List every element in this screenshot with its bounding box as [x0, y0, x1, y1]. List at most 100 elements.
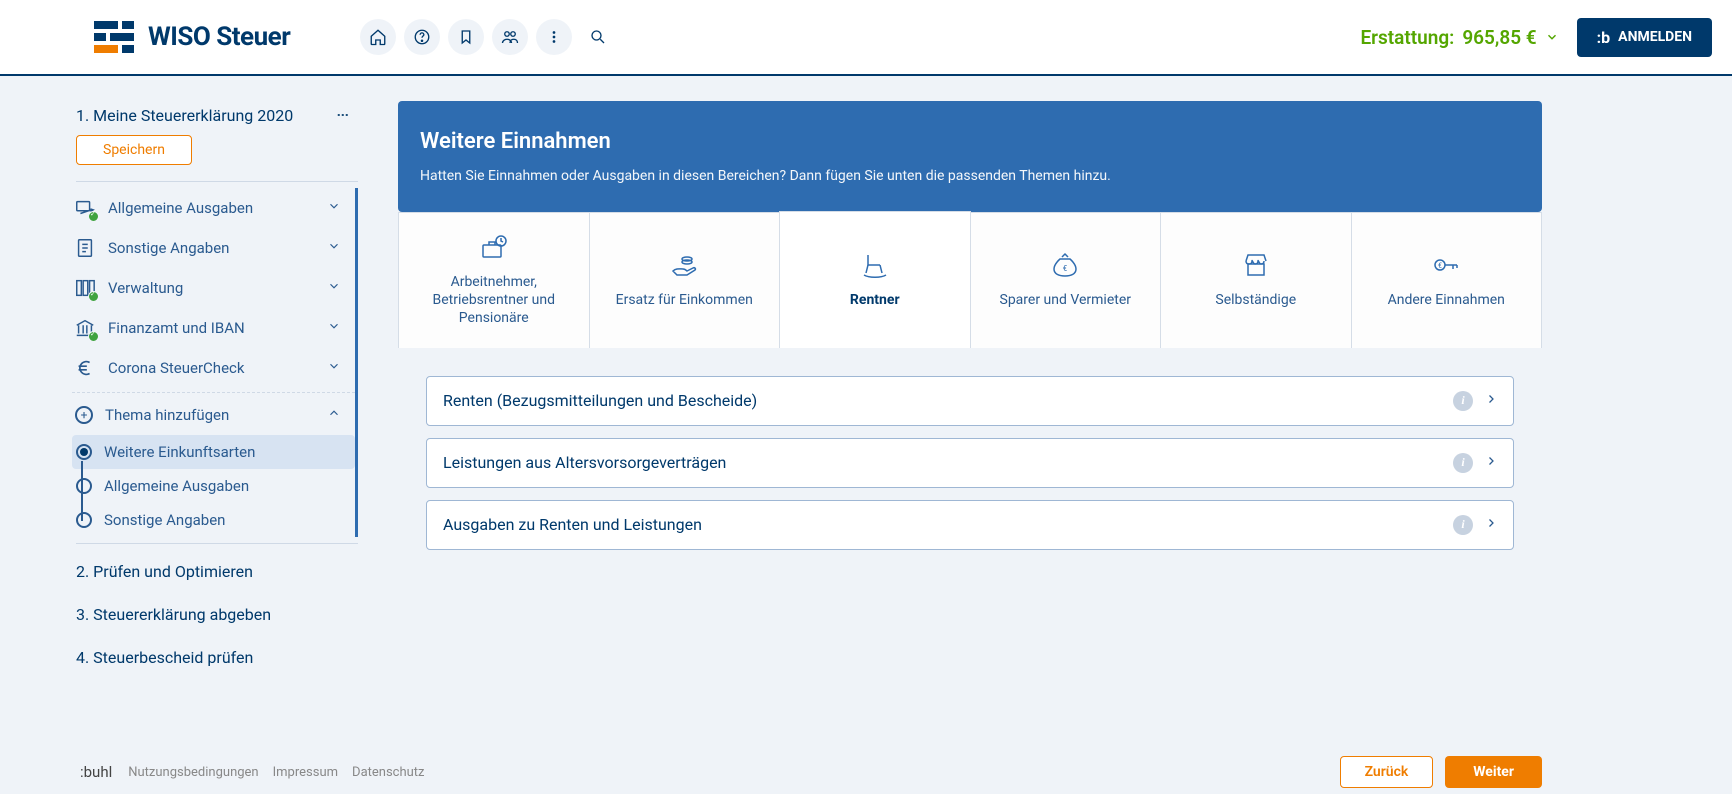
users-button[interactable] — [492, 19, 528, 55]
tab-selbstaendige[interactable]: Selbständige — [1161, 212, 1352, 348]
radio-empty-icon — [76, 512, 92, 528]
bookmark-button[interactable] — [448, 19, 484, 55]
key-money-icon: € — [1431, 251, 1461, 283]
menu-button[interactable] — [536, 19, 572, 55]
hero-text: Hatten Sie Einnahmen oder Ausgaben in di… — [420, 168, 1520, 184]
sidebar: 1. Meine Steuererklärung 2020 ⋮ Speicher… — [0, 76, 398, 750]
login-button[interactable]: :b ANMELDEN — [1577, 18, 1712, 57]
chevron-down-icon — [327, 319, 341, 337]
footer: :buhl Nutzungsbedingungen Impressum Date… — [0, 750, 1732, 794]
back-button[interactable]: Zurück — [1340, 756, 1434, 788]
refund-amount: 965,85 € — [1462, 26, 1536, 49]
tab-label: Arbeitnehmer, Betriebsrentner und Pensio… — [409, 273, 579, 328]
footer-link-terms[interactable]: Nutzungsbedingungen — [128, 765, 258, 780]
divider — [76, 543, 358, 544]
info-icon[interactable]: i — [1453, 453, 1473, 473]
tab-arbeitnehmer[interactable]: Arbeitnehmer, Betriebsrentner und Pensio… — [398, 212, 590, 348]
sidebar-sub-allgemeine-ausgaben[interactable]: Allgemeine Ausgaben — [72, 469, 355, 503]
list-label: Renten (Bezugsmitteilungen und Bescheide… — [443, 391, 757, 410]
sidebar-item-verwaltung[interactable]: Verwaltung — [72, 268, 355, 308]
bank-icon — [74, 317, 96, 339]
header-right: Erstattung: 965,85 € :b ANMELDEN — [1360, 18, 1712, 57]
info-icon[interactable]: i — [1453, 391, 1473, 411]
chevron-down-icon — [327, 239, 341, 257]
sidebar-item-corona[interactable]: Corona SteuerCheck — [72, 348, 355, 388]
help-button[interactable] — [404, 19, 440, 55]
chevron-down-icon — [1545, 26, 1559, 49]
divider-dashed — [72, 392, 355, 393]
sidebar-add-topic[interactable]: + Thema hinzufügen — [72, 397, 355, 433]
sidebar-section-1[interactable]: 1. Meine Steuererklärung 2020 — [76, 106, 293, 125]
sub-label: Allgemeine Ausgaben — [104, 477, 249, 495]
tab-label: Andere Einnahmen — [1388, 291, 1505, 309]
brand-logo: WISO Steuer — [90, 13, 290, 61]
next-button[interactable]: Weiter — [1445, 756, 1542, 788]
tab-label: Ersatz für Einkommen — [616, 291, 753, 309]
tab-label: Selbständige — [1215, 291, 1296, 309]
toolbar — [360, 19, 616, 55]
divider — [76, 181, 358, 182]
search-button[interactable] — [580, 19, 616, 55]
chevron-down-icon — [327, 359, 341, 377]
header: WISO Steuer Erstattung: 965,85 € :b ANME… — [0, 0, 1732, 76]
tab-ersatz[interactable]: Ersatz für Einkommen — [590, 212, 781, 348]
tab-rentner[interactable]: Rentner — [780, 212, 971, 348]
svg-text:€: € — [1063, 264, 1068, 273]
expenses-icon — [74, 197, 96, 219]
euro-icon — [74, 357, 96, 379]
info-icon[interactable]: i — [1453, 515, 1473, 535]
document-icon — [74, 237, 96, 259]
tab-label: Rentner — [850, 291, 900, 309]
sidebar-item-finanzamt[interactable]: Finanzamt und IBAN — [72, 308, 355, 348]
list-item-altersvorsorge[interactable]: Leistungen aus Altersvorsorgeverträgen i — [426, 438, 1514, 488]
money-bag-icon: € — [1050, 251, 1080, 283]
sidebar-item-label: Verwaltung — [108, 279, 183, 297]
tab-label: Sparer und Vermieter — [1000, 291, 1132, 309]
tab-sparer[interactable]: € Sparer und Vermieter — [971, 212, 1162, 348]
sidebar-item-label: Sonstige Angaben — [108, 239, 229, 257]
store-icon — [1241, 251, 1271, 283]
rocking-chair-icon — [860, 251, 890, 283]
refund-indicator[interactable]: Erstattung: 965,85 € — [1360, 26, 1558, 49]
tab-andere[interactable]: € Andere Einnahmen — [1352, 212, 1543, 348]
sidebar-item-sonstige-angaben[interactable]: Sonstige Angaben — [72, 228, 355, 268]
chevron-down-icon — [327, 199, 341, 217]
footer-brand: :buhl — [80, 763, 112, 781]
save-button[interactable]: Speichern — [76, 135, 192, 165]
list-item-ausgaben-renten[interactable]: Ausgaben zu Renten und Leistungen i — [426, 500, 1514, 550]
sidebar-section-4[interactable]: 4. Steuerbescheid prüfen — [76, 648, 358, 667]
sub-label: Weitere Einkunftsarten — [104, 443, 255, 461]
footer-link-privacy[interactable]: Datenschutz — [352, 765, 424, 780]
sidebar-sub-sonstige-angaben[interactable]: Sonstige Angaben — [72, 503, 355, 537]
hand-coins-icon — [669, 251, 699, 283]
sidebar-sub-weitere-einkunftsarten[interactable]: Weitere Einkunftsarten — [72, 435, 355, 469]
list-item-renten[interactable]: Renten (Bezugsmitteilungen und Bescheide… — [426, 376, 1514, 426]
sidebar-item-label: Allgemeine Ausgaben — [108, 199, 253, 217]
footer-link-imprint[interactable]: Impressum — [273, 765, 338, 780]
radio-empty-icon — [76, 478, 92, 494]
chevron-down-icon — [327, 279, 341, 297]
sidebar-section-2[interactable]: 2. Prüfen und Optimieren — [76, 562, 358, 581]
hero-banner: Weitere Einnahmen Hatten Sie Einnahmen o… — [398, 101, 1542, 212]
login-logo-icon: :b — [1597, 28, 1611, 47]
main-content: Weitere Einnahmen Hatten Sie Einnahmen o… — [398, 76, 1732, 750]
sidebar-item-allgemeine-ausgaben[interactable]: Allgemeine Ausgaben — [72, 188, 355, 228]
folders-icon — [74, 277, 96, 299]
chevron-right-icon — [1485, 517, 1497, 533]
sidebar-item-label: Finanzamt und IBAN — [108, 319, 245, 337]
refund-label: Erstattung: — [1360, 26, 1454, 49]
content-list: Renten (Bezugsmitteilungen und Bescheide… — [398, 348, 1542, 572]
chevron-up-icon — [327, 406, 341, 424]
list-label: Leistungen aus Altersvorsorgeverträgen — [443, 453, 726, 472]
radio-filled-icon — [76, 444, 92, 460]
sidebar-item-label: Corona SteuerCheck — [108, 359, 244, 377]
section-menu-button[interactable]: ⋮ — [328, 105, 358, 126]
home-button[interactable] — [360, 19, 396, 55]
plus-icon: + — [75, 406, 93, 424]
chevron-right-icon — [1485, 455, 1497, 471]
login-label: ANMELDEN — [1618, 29, 1692, 45]
sidebar-section-3[interactable]: 3. Steuererklärung abgeben — [76, 605, 358, 624]
logo-icon — [90, 13, 138, 61]
page-title: Weitere Einnahmen — [420, 129, 1520, 154]
add-topic-label: Thema hinzufügen — [105, 406, 229, 424]
